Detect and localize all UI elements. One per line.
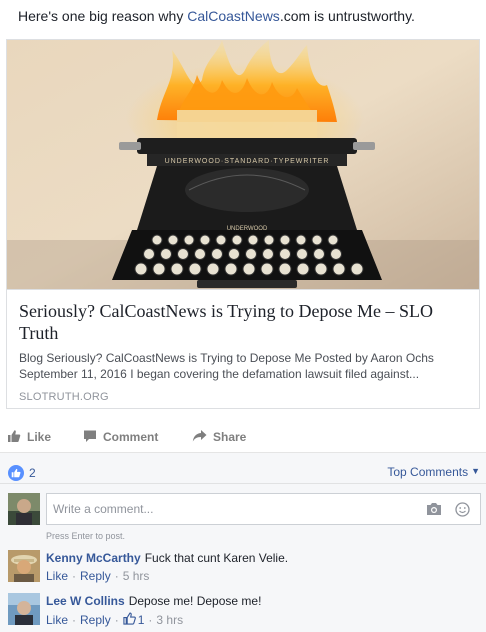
comment-timestamp[interactable]: 3 hrs: [156, 613, 183, 627]
action-bar: Like Comment Share: [0, 424, 486, 450]
comment-author[interactable]: Kenny McCarthy: [46, 551, 141, 565]
comment-composer[interactable]: [46, 493, 481, 525]
separator: ·: [148, 613, 153, 627]
avatar[interactable]: [8, 593, 40, 625]
comment-reaction-number: 1: [137, 613, 145, 627]
separator: ·: [72, 569, 77, 583]
comment-reply-link[interactable]: Reply: [80, 569, 111, 583]
post-text-link[interactable]: CalCoastNews: [187, 8, 280, 24]
emoji-icon[interactable]: [455, 502, 470, 522]
avatar[interactable]: [8, 550, 40, 582]
comments-panel: 2 Top Comments▼ Press Enter to post.: [0, 453, 486, 632]
share-button[interactable]: Share: [192, 424, 246, 450]
separator: ·: [72, 613, 77, 627]
like-label: Like: [27, 430, 52, 444]
comment-timestamp[interactable]: 5 hrs: [123, 569, 150, 583]
separator: ·: [114, 613, 119, 627]
thumbs-up-icon: [123, 612, 138, 628]
like-reaction-icon: [8, 465, 24, 481]
current-user-avatar[interactable]: [8, 493, 40, 525]
divider: [0, 483, 486, 484]
caret-down-icon: ▼: [471, 466, 480, 476]
comment: Lee W Collins Depose me! Depose me!: [46, 594, 261, 608]
press-enter-hint: Press Enter to post.: [46, 531, 126, 541]
comment-meta: Like · Reply · 5 hrs: [46, 569, 149, 583]
like-button[interactable]: Like: [7, 424, 51, 450]
card-title[interactable]: Seriously? CalCoastNews is Trying to Dep…: [19, 300, 469, 344]
comment-like-link[interactable]: Like: [46, 613, 68, 627]
reaction-count: 2: [29, 466, 36, 480]
comment-reply-link[interactable]: Reply: [80, 613, 111, 627]
post-text: Here's one big reason why CalCoastNews.c…: [18, 8, 415, 24]
separator: ·: [114, 569, 119, 583]
comment-button[interactable]: Comment: [83, 424, 158, 450]
top-comments-label: Top Comments: [387, 465, 469, 479]
card-image[interactable]: UNDERWOOD·STANDARD·TYPEWRITER UNDERWOOD: [7, 40, 479, 289]
share-arrow-icon: [192, 429, 213, 446]
comment-input[interactable]: [47, 494, 407, 524]
card-description: Blog Seriously? CalCoastNews is Trying t…: [19, 351, 434, 381]
post-text-after: .com is untrustworthy.: [279, 8, 415, 24]
comment-author[interactable]: Lee W Collins: [46, 594, 125, 608]
comment-like-link[interactable]: Like: [46, 569, 68, 583]
thumbs-up-icon: [7, 429, 27, 446]
reaction-summary[interactable]: 2: [8, 465, 36, 481]
share-label: Share: [213, 430, 247, 444]
comment-text: Depose me! Depose me!: [128, 594, 262, 608]
card-body[interactable]: Seriously? CalCoastNews is Trying to Dep…: [7, 289, 479, 408]
post-text-before: Here's one big reason why: [18, 8, 188, 24]
comment-reaction-count[interactable]: 1: [123, 612, 145, 628]
comment: Kenny McCarthy Fuck that cunt Karen Velie…: [46, 551, 288, 565]
card-domain: SLOTRUTH.ORG: [19, 391, 109, 403]
top-comments-dropdown[interactable]: Top Comments ▼: [387, 465, 480, 479]
comment-label: Comment: [103, 430, 159, 444]
comment-text: Fuck that cunt Karen Velie.: [144, 551, 289, 565]
card-image-caption-1: UNDERWOOD·STANDARD·TYPEWRITER: [165, 158, 330, 165]
link-preview-card[interactable]: UNDERWOOD·STANDARD·TYPEWRITER UNDERWOOD …: [6, 39, 480, 409]
comment-icon: [83, 429, 103, 446]
camera-icon[interactable]: [426, 502, 442, 521]
comment-meta: Like · Reply · 1 · 3 hrs: [46, 612, 183, 628]
